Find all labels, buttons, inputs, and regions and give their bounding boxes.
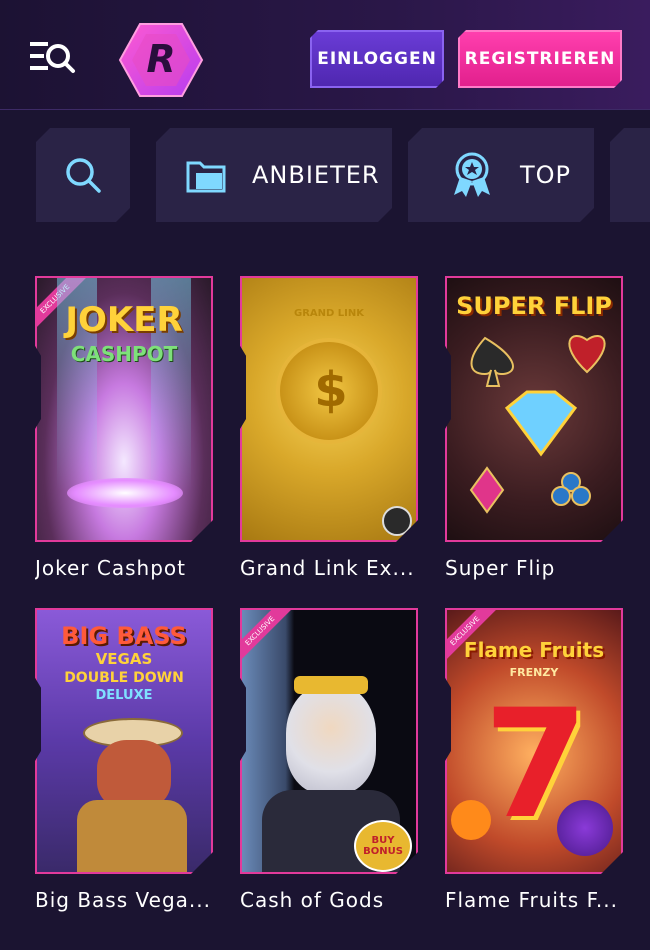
game-name[interactable]: Super Flip	[445, 556, 623, 580]
game-thumbnail[interactable]: BIG BASS VEGAS DOUBLE DOWN DELUXE	[35, 608, 213, 874]
game-thumbnail[interactable]: EXCLUSIVE JOKER CASHPOT	[35, 276, 213, 542]
art-line3: DOUBLE DOWN	[64, 670, 184, 686]
buy-bonus-badge: BUY BONUS	[354, 820, 412, 872]
game-tile-flame-fruits[interactable]: EXCLUSIVE Flame Fruits FRENZY 7 Flame Fr…	[445, 608, 623, 912]
game-name[interactable]: Joker Cashpot	[35, 556, 213, 580]
brand-logo[interactable]: R	[118, 22, 204, 98]
art-title: Flame Fruits	[463, 638, 605, 662]
game-thumbnail[interactable]: EXCLUSIVE Flame Fruits FRENZY 7	[445, 608, 623, 874]
game-thumbnail[interactable]: GRAND LINK $	[240, 276, 418, 542]
menu-search-icon[interactable]	[28, 38, 76, 78]
art-subtitle: CASHPOT	[70, 342, 178, 366]
hunt-badge-icon	[382, 506, 412, 536]
game-tile-cash-of-gods[interactable]: EXCLUSIVE BUY BONUS Cash of Gods	[240, 608, 418, 912]
game-tile-big-bass-vegas[interactable]: BIG BASS VEGAS DOUBLE DOWN DELUXE Big Ba…	[35, 608, 213, 912]
provider-label: ANBIETER	[252, 161, 380, 189]
art-title: GRAND LINK	[293, 308, 364, 319]
top-filter-button[interactable]: TOP	[408, 128, 594, 222]
grapes-icon	[557, 800, 613, 856]
game-name[interactable]: Big Bass Vega...	[35, 888, 213, 912]
art-title: BIG BASS	[61, 622, 187, 650]
game-tile-super-flip[interactable]: SUPER FLIP Super Flip	[445, 276, 623, 580]
search-filter-button[interactable]	[36, 128, 130, 222]
top-header: R EINLOGGEN REGISTRIEREN	[0, 0, 650, 110]
card-suits-icon	[447, 278, 623, 542]
art-line4: DELUXE	[95, 688, 153, 703]
login-button[interactable]: EINLOGGEN	[310, 30, 444, 88]
register-button[interactable]: REGISTRIEREN	[458, 30, 622, 88]
game-tile-joker-cashpot[interactable]: EXCLUSIVE JOKER CASHPOT Joker Cashpot	[35, 276, 213, 580]
game-name[interactable]: Cash of Gods	[240, 888, 418, 912]
art-title: JOKER	[65, 300, 183, 340]
game-name[interactable]: Grand Link Ex...	[240, 556, 418, 580]
game-thumbnail[interactable]: EXCLUSIVE BUY BONUS	[240, 608, 418, 874]
game-tile-grand-link[interactable]: GRAND LINK $ Grand Link Ex...	[240, 276, 418, 580]
provider-filter-button[interactable]: ANBIETER	[156, 128, 392, 222]
search-icon	[63, 155, 103, 195]
award-ribbon-icon	[450, 151, 494, 199]
logo-letter: R	[146, 37, 175, 81]
orange-icon	[451, 800, 491, 840]
game-name[interactable]: Flame Fruits F...	[445, 888, 623, 912]
dollar-icon: $	[314, 362, 348, 418]
folder-icon	[186, 157, 226, 193]
art-subtitle: VEGAS	[95, 650, 153, 668]
top-label: TOP	[520, 161, 572, 189]
game-thumbnail[interactable]: SUPER FLIP	[445, 276, 623, 542]
more-filter-button[interactable]	[610, 128, 650, 222]
